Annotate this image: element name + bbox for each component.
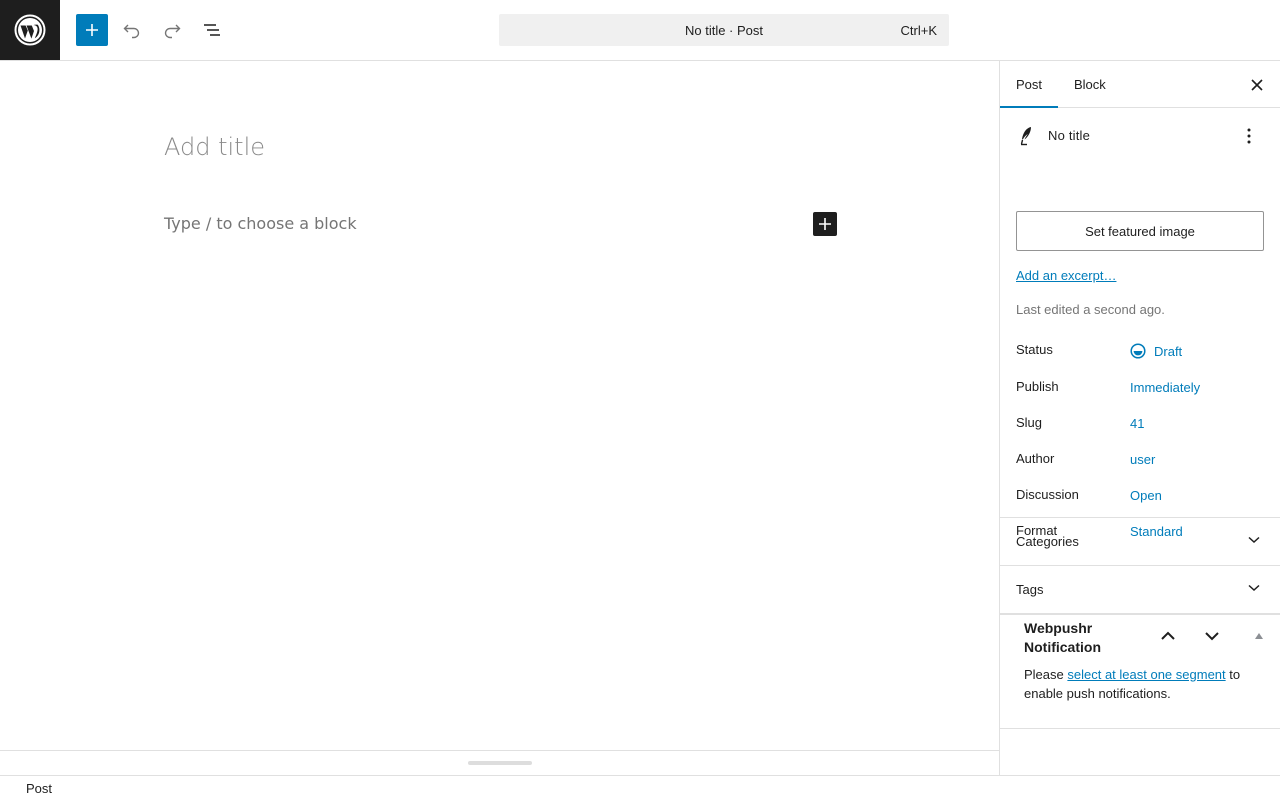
meta-boxes-resize-area (0, 750, 999, 775)
close-sidebar-button[interactable] (1248, 76, 1266, 94)
redo-button[interactable] (156, 14, 188, 46)
last-edited-text: Last edited a second ago. (1016, 302, 1165, 317)
close-icon (1251, 79, 1263, 91)
publish-date-toggle[interactable]: Immediately (1130, 380, 1200, 395)
status-toggle[interactable]: Draft (1130, 343, 1182, 359)
editor-footer: Post (0, 775, 1280, 800)
meta-label: Slug (1016, 415, 1043, 430)
block-inserter-button[interactable] (76, 14, 108, 46)
undo-button[interactable] (116, 14, 148, 46)
breadcrumb[interactable]: Post (26, 781, 52, 796)
editor-canvas: Add title Type / to choose a block (0, 61, 999, 750)
meta-label: Author (1016, 451, 1055, 466)
resize-handle[interactable] (468, 761, 532, 765)
plus-icon (819, 218, 831, 230)
editor-header: No title · Post Ctrl+K (0, 0, 1280, 61)
webpushr-text-before: Please (1024, 667, 1068, 682)
author-toggle[interactable]: user (1130, 452, 1155, 467)
undo-icon (123, 24, 140, 39)
wordpress-logo-icon (14, 14, 46, 46)
meta-row-status: Status Draft (1016, 342, 1266, 362)
webpushr-metabox: Webpushr Notification Please select at l… (1000, 614, 1280, 729)
draft-status-icon (1130, 343, 1146, 359)
command-bar-shortcut: Ctrl+K (900, 23, 937, 38)
post-title-input[interactable]: Add title (164, 133, 265, 161)
panel-title: Categories (1016, 534, 1079, 549)
more-vertical-icon (1247, 128, 1251, 144)
discussion-toggle[interactable]: Open (1130, 488, 1162, 503)
meta-value: Draft (1154, 343, 1183, 359)
post-card-title: No title (1048, 128, 1091, 143)
document-overview-button[interactable] (196, 14, 228, 46)
plus-icon (86, 24, 98, 36)
command-palette-bar[interactable]: No title · Post Ctrl+K (499, 14, 949, 46)
chevron-down-icon (1248, 584, 1260, 592)
wordpress-logo-button[interactable] (0, 0, 60, 60)
meta-row-publish: Publish Immediately (1016, 379, 1266, 399)
list-view-icon (204, 24, 220, 36)
add-block-button[interactable] (813, 212, 837, 236)
webpushr-message: Please select at least one segment to en… (1024, 665, 1264, 703)
tab-post[interactable]: Post (1000, 61, 1058, 108)
redo-icon (164, 24, 181, 39)
set-featured-image-button[interactable]: Set featured image (1016, 211, 1264, 251)
select-segment-link[interactable]: select at least one segment (1067, 667, 1225, 682)
chevron-up-icon[interactable] (1160, 629, 1176, 643)
block-appender[interactable]: Type / to choose a block (164, 214, 357, 233)
webpushr-title: Webpushr Notification (1024, 620, 1101, 655)
add-excerpt-link[interactable]: Add an excerpt… (1016, 268, 1116, 283)
meta-row-author: Author user (1016, 451, 1266, 471)
categories-panel-toggle[interactable]: Categories (1000, 518, 1280, 566)
post-icon (1020, 127, 1031, 146)
post-summary-panel: No title Set featured image Add an excer… (1000, 108, 1280, 539)
slug-toggle[interactable]: 41 (1130, 416, 1144, 431)
meta-row-discussion: Discussion Open (1016, 487, 1266, 507)
tags-panel-toggle[interactable]: Tags (1000, 566, 1280, 614)
meta-label: Discussion (1016, 487, 1079, 502)
post-actions-button[interactable] (1242, 126, 1256, 146)
chevron-down-icon[interactable] (1204, 629, 1220, 643)
tab-block[interactable]: Block (1058, 61, 1122, 108)
panel-title: Tags (1016, 582, 1044, 597)
command-bar-title: No title · Post (684, 22, 764, 38)
meta-label: Publish (1016, 379, 1059, 394)
meta-row-slug: Slug 41 (1016, 415, 1266, 435)
post-card: No title (1016, 126, 1266, 146)
chevron-down-icon (1248, 536, 1260, 544)
triangle-up-icon[interactable] (1254, 632, 1264, 640)
sidebar-tabs: Post Block (1000, 61, 1280, 108)
settings-sidebar: Post Block No title Set featured image A… (999, 61, 1280, 775)
meta-label: Status (1016, 342, 1053, 357)
